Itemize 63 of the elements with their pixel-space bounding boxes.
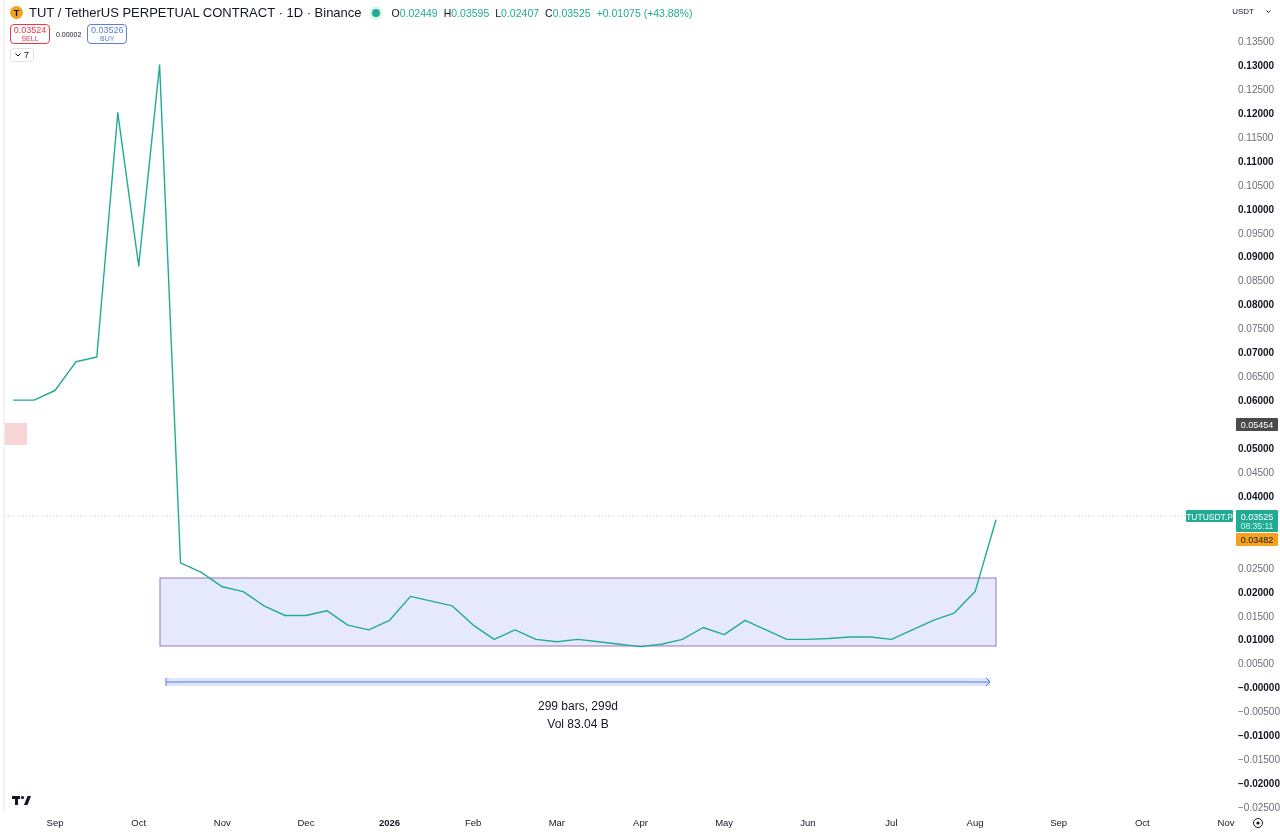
last-price-label: 0.03525 08:35:11 [1236, 510, 1278, 532]
chevron-icon [15, 53, 21, 57]
time-axis-label: Jun [800, 817, 816, 828]
indicators-toggle[interactable]: 7 [10, 48, 34, 62]
price-level-label: 0.05454 [1236, 418, 1278, 431]
price-axis-label: 0.12000 [1238, 107, 1275, 119]
ohlc-value: O0.02449 [391, 6, 438, 19]
price-axis-label: −0.00000 [1238, 682, 1280, 694]
price-axis-label: −0.02000 [1238, 778, 1280, 790]
time-axis-label: Feb [465, 817, 482, 828]
price-axis-label: 0.01000 [1238, 634, 1275, 646]
symbol-title[interactable]: TUT / TetherUS PERPETUAL CONTRACT · 1D · Binance [29, 5, 362, 20]
time-axis-label: Oct [131, 817, 147, 828]
price-axis-label: 0.10000 [1238, 203, 1275, 215]
price-axis-label: 0.08500 [1238, 275, 1275, 287]
caret-icon [1266, 10, 1271, 13]
ohlc-value: L0.02407 [495, 6, 540, 19]
time-axis-label: Apr [633, 817, 648, 828]
price-axis-label: 0.11000 [1238, 155, 1274, 167]
price-axis-label: −0.01000 [1238, 730, 1280, 742]
price-axis-label: 0.09500 [1238, 227, 1275, 239]
ohlc-value: H0.03595 [443, 6, 490, 19]
time-axis-label: Mar [548, 817, 566, 828]
price-axis-label: 0.02500 [1238, 562, 1275, 574]
price-axis-label: 0.00500 [1238, 658, 1275, 670]
price-axis-label: 0.08000 [1238, 299, 1275, 311]
price-axis-label: 0.06500 [1238, 371, 1275, 383]
time-axis-label: 2026 [379, 817, 401, 828]
time-axis-label: Nov [213, 817, 231, 828]
price-axis-label: 0.09000 [1238, 251, 1275, 263]
price-axis-label: 0.11500 [1238, 131, 1274, 143]
price-axis-label: 0.07500 [1238, 323, 1275, 335]
price-axis-label: −0.00500 [1238, 706, 1280, 718]
price-axis-label: 0.07000 [1238, 347, 1275, 359]
range-volume-label: Vol 83.04 B [547, 717, 609, 731]
time-axis-label: Dec [297, 817, 315, 828]
price-tag: 0.03482 [1236, 533, 1278, 546]
settings-icon[interactable] [1253, 818, 1263, 828]
time-axis-label: Aug [966, 817, 984, 828]
coin-logo: T [10, 6, 23, 19]
price-axis-label: −0.02500 [1238, 802, 1280, 813]
price-axis-label: 0.13500 [1238, 36, 1275, 47]
price-axis-label: 0.12500 [1238, 83, 1275, 95]
price-axis-label: 0.04000 [1238, 490, 1275, 502]
price-axis-label: −0.01500 [1238, 754, 1280, 766]
time-axis-label: Jul [885, 817, 898, 828]
price-axis-label: 0.06000 [1238, 395, 1275, 407]
price-change: +0.01075 (+43.88%) [596, 6, 693, 19]
price-axis-label: 0.02000 [1238, 586, 1275, 598]
price-axis-label: 0.10500 [1238, 179, 1275, 191]
time-axis-label: Oct [1134, 817, 1150, 828]
time-axis-label: Sep [1050, 817, 1068, 828]
price-axis-label: 0.13000 [1238, 59, 1275, 71]
logo-icon[interactable] [12, 795, 31, 805]
range-bars-label: 299 bars, 299d [537, 699, 619, 713]
price-axis-label: 0.04500 [1238, 466, 1275, 478]
ohlc-value: C0.03525 [545, 6, 591, 19]
time-axis-label: Nov [1217, 817, 1235, 828]
time-axis-label: Sep [46, 817, 64, 828]
price-axis-label: 0.01500 [1238, 610, 1275, 622]
time-axis-label: May [715, 817, 734, 828]
price-axis-label: 0.05000 [1238, 442, 1275, 454]
symbol-tag: TUTUSDT.P [1186, 510, 1233, 522]
